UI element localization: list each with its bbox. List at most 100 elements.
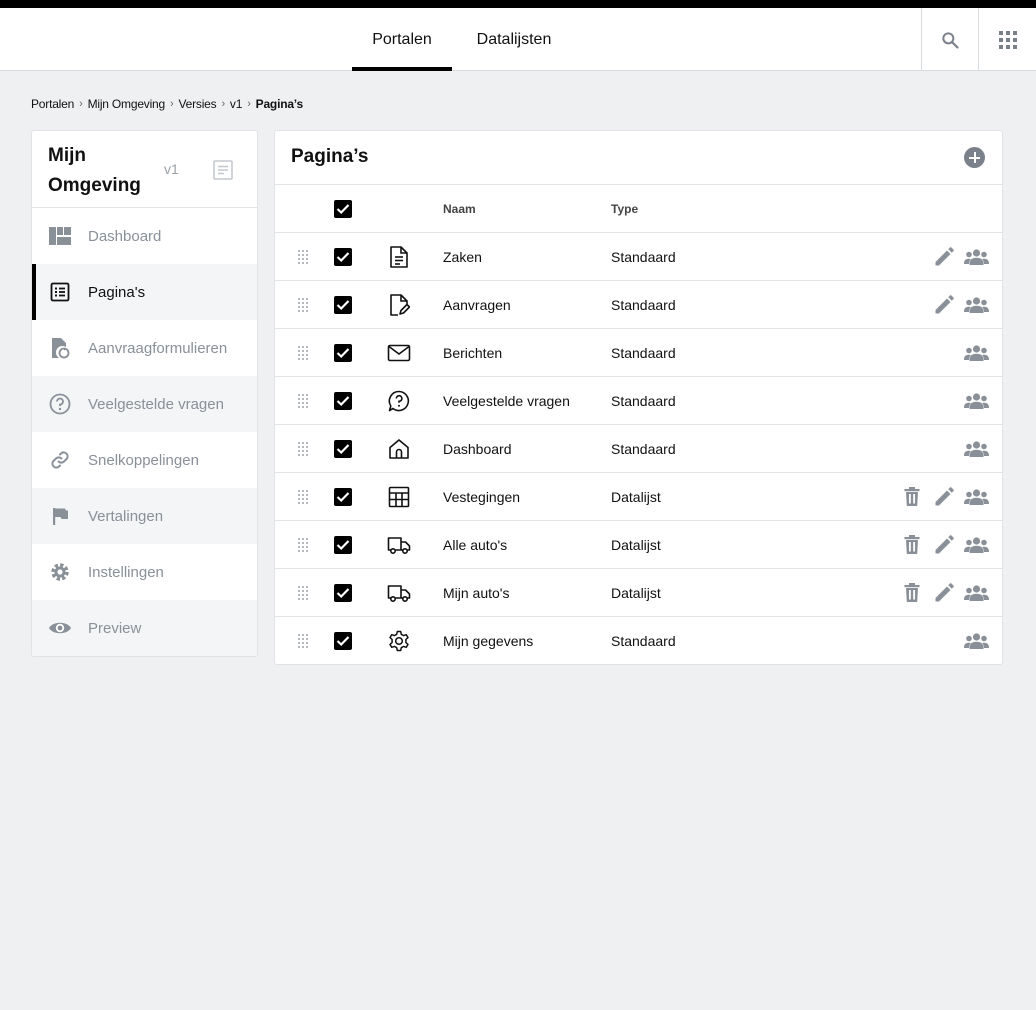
table-header: Naam Type <box>275 185 1002 233</box>
row-name[interactable]: Berichten <box>443 329 502 376</box>
delete-button[interactable] <box>900 485 924 509</box>
breadcrumb-separator: › <box>170 98 174 110</box>
edit-button[interactable] <box>932 581 956 605</box>
permissions-button[interactable] <box>963 389 989 413</box>
flag-icon <box>48 504 72 528</box>
tab-datalijsten[interactable]: Datalijsten <box>465 8 563 71</box>
row-checkbox-cell <box>334 281 352 328</box>
row-type: Standaard <box>611 296 676 313</box>
table-row[interactable]: Mijn gegevens Standaard <box>275 617 1002 664</box>
row-checkbox-cell <box>334 329 352 376</box>
table-row[interactable]: Alle auto's Datalijst <box>275 521 1002 569</box>
row-type: Datalijst <box>611 584 661 601</box>
table-icon <box>387 473 411 520</box>
row-name[interactable]: Vestegingen <box>443 473 520 520</box>
drag-handle-icon <box>298 249 308 264</box>
add-page-button[interactable] <box>964 147 985 168</box>
breadcrumb-portalen[interactable]: Portalen <box>31 97 74 111</box>
permissions-button[interactable] <box>963 629 989 653</box>
row-name[interactable]: Aanvragen <box>443 281 511 328</box>
drag-handle[interactable] <box>297 473 309 520</box>
search-button[interactable] <box>921 8 978 71</box>
drag-handle[interactable] <box>297 521 309 568</box>
permissions-button[interactable] <box>963 245 989 269</box>
permissions-button[interactable] <box>963 341 989 365</box>
row-name[interactable]: Dashboard <box>443 425 512 472</box>
delete-button[interactable] <box>900 581 924 605</box>
drag-handle[interactable] <box>297 329 309 376</box>
row-name[interactable]: Alle auto's <box>443 521 507 568</box>
sidebar-item-aanvraagformulieren[interactable]: Aanvraagformulieren <box>32 320 257 376</box>
edit-button[interactable] <box>932 485 956 509</box>
pencil-icon <box>935 247 954 266</box>
tab-portalen[interactable]: Portalen <box>352 8 452 71</box>
row-checkbox[interactable] <box>334 295 352 314</box>
select-all-checkbox[interactable] <box>334 199 352 218</box>
table-row[interactable]: Aanvragen Standaard <box>275 281 1002 329</box>
breadcrumb-v1[interactable]: v1 <box>230 97 242 111</box>
row-name[interactable]: Mijn gegevens <box>443 617 533 664</box>
table-row[interactable]: Vestegingen Datalijst <box>275 473 1002 521</box>
sidebar-item-vertalingen[interactable]: Vertalingen <box>32 488 257 544</box>
sidebar-item-dashboard[interactable]: Dashboard <box>32 208 257 264</box>
sidebar-item-label: Vertalingen <box>88 507 164 525</box>
row-checkbox[interactable] <box>334 535 352 554</box>
sidebar-item-paginas[interactable]: Pagina's <box>32 264 257 320</box>
drag-handle[interactable] <box>297 425 309 472</box>
table-row[interactable]: Mijn auto's Datalijst <box>275 569 1002 617</box>
column-header-name[interactable]: Naam <box>443 185 476 232</box>
row-name[interactable]: Zaken <box>443 233 482 280</box>
sidebar-item-instellingen[interactable]: Instellingen <box>32 544 257 600</box>
row-checkbox[interactable] <box>334 247 352 266</box>
row-type: Datalijst <box>611 536 661 553</box>
table-row[interactable]: Dashboard Standaard <box>275 425 1002 473</box>
sidebar-item-preview[interactable]: Preview <box>32 600 257 656</box>
drag-handle[interactable] <box>297 569 309 616</box>
edit-button[interactable] <box>932 293 956 317</box>
breadcrumb-mijn-omgeving[interactable]: Mijn Omgeving <box>88 97 166 111</box>
permissions-button[interactable] <box>963 581 989 605</box>
link-icon <box>48 448 72 472</box>
users-icon <box>963 584 989 601</box>
permissions-button[interactable] <box>963 437 989 461</box>
users-icon <box>963 536 989 553</box>
permissions-button[interactable] <box>963 485 989 509</box>
row-checkbox[interactable] <box>334 487 352 506</box>
apps-grid-icon <box>998 30 1017 49</box>
row-checkbox[interactable] <box>334 583 352 602</box>
sidebar-item-snelkoppelingen[interactable]: Snelkoppelingen <box>32 432 257 488</box>
version-notes-button[interactable] <box>212 159 234 186</box>
apps-button[interactable] <box>978 8 1036 71</box>
row-checkbox[interactable] <box>334 391 352 410</box>
document-icon <box>387 233 411 280</box>
row-checkbox[interactable] <box>334 343 352 362</box>
list-icon <box>48 280 72 304</box>
permissions-button[interactable] <box>963 293 989 317</box>
tab-portalen-label: Portalen <box>372 30 432 48</box>
row-checkbox[interactable] <box>334 439 352 458</box>
delete-button[interactable] <box>900 533 924 557</box>
drag-handle[interactable] <box>297 377 309 424</box>
permissions-button[interactable] <box>963 533 989 557</box>
row-actions <box>932 233 989 280</box>
column-header-type[interactable]: Type <box>611 185 638 232</box>
mail-icon <box>387 329 411 376</box>
truck-icon <box>387 569 411 616</box>
drag-handle[interactable] <box>297 281 309 328</box>
row-name[interactable]: Mijn auto's <box>443 569 509 616</box>
row-name[interactable]: Veelgestelde vragen <box>443 377 570 424</box>
table-row[interactable]: Veelgestelde vragen Standaard <box>275 377 1002 425</box>
row-checkbox[interactable] <box>334 632 352 650</box>
drag-handle[interactable] <box>297 617 309 664</box>
breadcrumb-current: Pagina’s <box>255 97 304 111</box>
table-row[interactable]: Berichten Standaard <box>275 329 1002 377</box>
breadcrumb-separator: › <box>79 98 83 110</box>
edit-button[interactable] <box>932 245 956 269</box>
row-checkbox-cell <box>334 617 352 664</box>
breadcrumb-versies[interactable]: Versies <box>178 97 216 111</box>
drag-handle[interactable] <box>297 233 309 280</box>
edit-button[interactable] <box>932 533 956 557</box>
sidebar-item-veelgestelde-vragen[interactable]: Veelgestelde vragen <box>32 376 257 432</box>
pencil-icon <box>935 295 954 314</box>
table-row[interactable]: Zaken Standaard <box>275 233 1002 281</box>
